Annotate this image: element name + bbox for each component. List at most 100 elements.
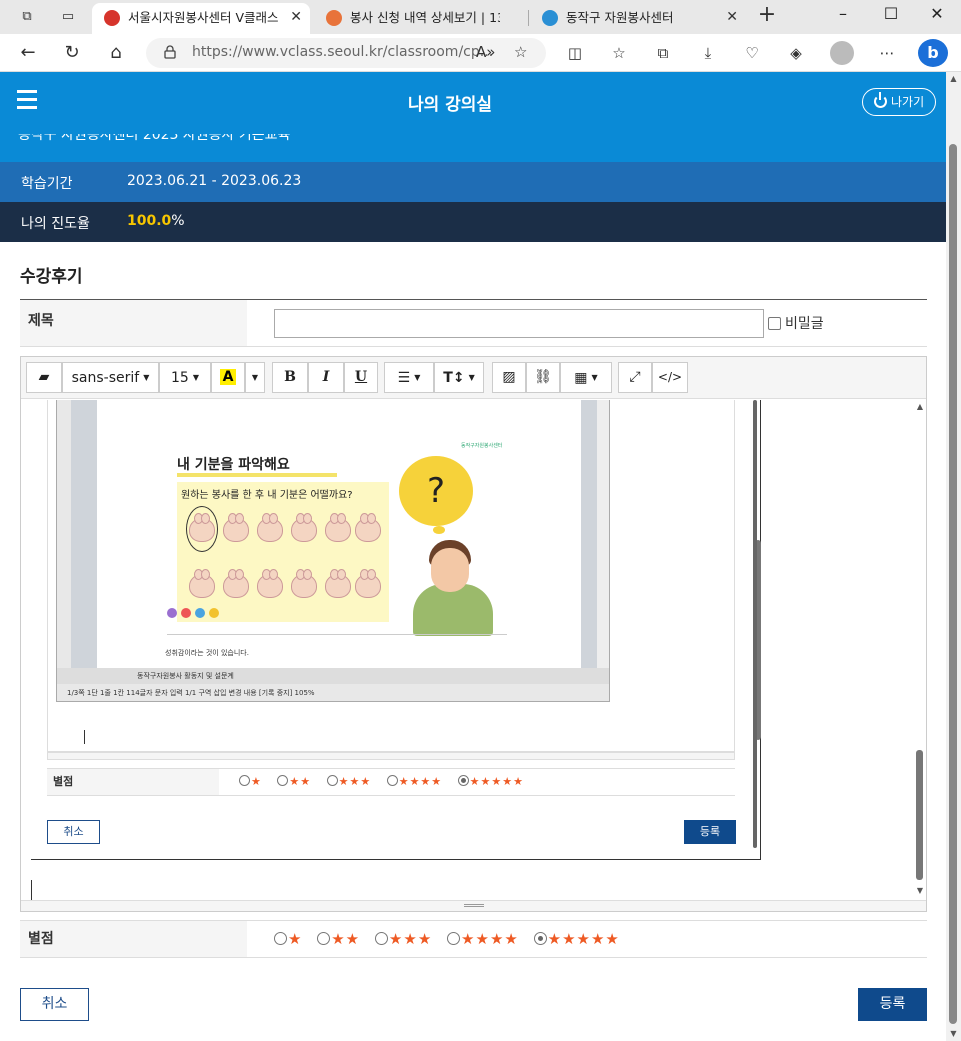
worksheet-heading: 내 기분을 파악해요 xyxy=(177,457,290,473)
editor-resize-handle[interactable] xyxy=(21,900,926,911)
page-scroll-thumb[interactable] xyxy=(949,144,957,1024)
secret-label: 비밀글 xyxy=(785,316,824,332)
tab-dongjak-center[interactable]: 동작구 자원봉사센터 ✕ xyxy=(530,3,746,34)
rating-3-radio[interactable]: ★★★ xyxy=(374,930,432,948)
period-row: 학습기간 2023.06.21 - 2023.06.23 xyxy=(0,162,946,202)
downloads-icon[interactable]: ⤓ xyxy=(697,42,719,64)
period-value: 2023.06.21 - 2023.06.23 xyxy=(127,173,302,189)
split-screen-icon[interactable]: ◫ xyxy=(564,42,586,64)
bunny-face-icon xyxy=(257,569,283,598)
underline-icon[interactable]: U xyxy=(344,362,378,393)
mood-box xyxy=(177,482,389,622)
rating-1-radio[interactable]: ★ xyxy=(274,930,302,948)
title-input[interactable] xyxy=(274,309,764,338)
worksheet-caption: 성취감이라는 것이 있습니다. xyxy=(165,649,249,657)
scroll-down-icon[interactable]: ▼ xyxy=(914,886,926,895)
embedded-submit-button: 등록 xyxy=(684,820,736,844)
address-bar[interactable]: https://www.vclass.seoul.kr/classroom/cp… xyxy=(146,38,546,68)
rating-5-stars: ★★★★★ xyxy=(547,930,620,948)
back-icon[interactable]: ← xyxy=(16,42,40,64)
rating-5-radio[interactable]: ★★★★★ xyxy=(533,930,620,948)
editor-scroll-thumb[interactable] xyxy=(916,750,923,880)
fullscreen-icon[interactable]: ⤢ xyxy=(618,362,652,393)
more-menu-icon[interactable]: ⋯ xyxy=(876,42,898,64)
minimize-icon[interactable]: – xyxy=(820,2,866,26)
text-color-dropdown-icon[interactable]: ▼ xyxy=(245,362,265,393)
font-family-select[interactable]: sans-serif ▼ xyxy=(62,362,159,393)
viewer-scrollbar xyxy=(597,400,609,668)
italic-icon[interactable]: I xyxy=(308,362,344,393)
scroll-up-icon[interactable]: ▲ xyxy=(914,402,926,411)
close-window-icon[interactable]: ✕ xyxy=(914,2,960,26)
close-tab-icon[interactable]: ✕ xyxy=(726,3,738,32)
worksheet-page: 내 기분을 파악해요 원하는 봉사를 한 후 내 기분은 어떨까요? ? 동작구… xyxy=(97,400,581,668)
text-style-label: T↕ xyxy=(443,370,465,386)
bunny-face-icon xyxy=(257,513,283,542)
eraser-icon[interactable]: ▰ xyxy=(26,362,62,393)
collections-icon[interactable]: ⧉ xyxy=(652,42,674,64)
read-aloud-icon[interactable]: A» xyxy=(476,43,495,61)
checkbox-box[interactable] xyxy=(768,317,781,330)
rating-label: 별점 xyxy=(20,921,247,957)
home-icon[interactable]: ⌂ xyxy=(104,42,128,64)
browser-toolbar: ← ↻ ⌂ https://www.vclass.seoul.kr/classr… xyxy=(0,34,961,72)
secret-checkbox[interactable]: 비밀글 xyxy=(768,313,824,333)
new-tab-icon[interactable]: + xyxy=(756,4,778,28)
submit-button[interactable]: 등록 xyxy=(858,988,927,1021)
progress-value: 100.0% xyxy=(127,213,185,229)
radio-icon[interactable] xyxy=(447,932,461,945)
divider xyxy=(20,346,927,347)
bubble-tail xyxy=(433,526,445,534)
rating-4-radio[interactable]: ★★★★ xyxy=(447,930,519,948)
favorites-icon[interactable]: ☆ xyxy=(608,42,630,64)
profile-avatar[interactable] xyxy=(830,41,854,65)
favorite-star-icon[interactable]: ☆ xyxy=(514,43,527,61)
title-label: 제목 xyxy=(20,300,247,346)
table-icon[interactable]: ▦ ▼ xyxy=(560,362,612,393)
font-size-select[interactable]: 15 ▼ xyxy=(159,362,211,393)
tab-actions-icon[interactable]: ▭ xyxy=(57,6,79,28)
radio-icon[interactable] xyxy=(374,932,388,945)
radio-icon[interactable] xyxy=(274,932,287,945)
progress-unit: % xyxy=(171,213,185,229)
flowers-illustration xyxy=(167,608,227,634)
selection-circle xyxy=(186,506,218,552)
editor-content[interactable]: 내 기분을 파악해요 원하는 봉사를 한 후 내 기분은 어떨까요? ? 동작구… xyxy=(21,400,926,900)
refresh-icon[interactable]: ↻ xyxy=(60,42,84,64)
embedded-text-cursor xyxy=(84,730,85,744)
tab-title: 서울시자원봉사센터 V클래스 xyxy=(128,10,279,25)
scroll-down-icon[interactable]: ▼ xyxy=(946,1027,961,1041)
rating-1-stars: ★ xyxy=(288,930,303,948)
tab-volunteer-detail[interactable]: 봉사 신청 내역 상세보기 | 13( xyxy=(314,3,524,34)
dongjak-favicon-icon xyxy=(542,10,558,26)
performance-icon[interactable]: ♡ xyxy=(741,42,763,64)
cancel-button[interactable]: 취소 xyxy=(20,988,89,1021)
edge-bar-icon[interactable]: ◈ xyxy=(785,42,807,64)
text-color-icon[interactable]: A xyxy=(211,362,245,393)
embedded-rating-label: 별점 xyxy=(47,769,219,795)
bold-icon[interactable]: B xyxy=(272,362,308,393)
image-icon[interactable]: ▨ xyxy=(492,362,526,393)
text-style-icon[interactable]: T↕ ▼ xyxy=(434,362,484,393)
bing-chat-icon[interactable]: b xyxy=(918,39,948,67)
workspaces-icon[interactable]: ⧉ xyxy=(16,6,38,28)
top-navigation: 나의 강의실 나가기 xyxy=(0,72,946,134)
rating-2-radio[interactable]: ★★ xyxy=(317,930,360,948)
scroll-up-icon[interactable]: ▲ xyxy=(946,72,961,86)
editor-scrollbar[interactable]: ▲ ▼ xyxy=(914,400,926,900)
align-icon[interactable]: ☰ ▼ xyxy=(384,362,434,393)
logout-button[interactable]: 나가기 xyxy=(862,88,936,116)
bunny-face-icon xyxy=(189,569,215,598)
bunny-face-icon xyxy=(223,569,249,598)
bunny-face-icon xyxy=(325,569,351,598)
close-tab-icon[interactable]: ✕ xyxy=(290,3,302,32)
code-view-icon[interactable]: </> xyxy=(652,362,688,393)
maximize-icon[interactable]: ☐ xyxy=(868,2,914,26)
tab-vclass[interactable]: 서울시자원봉사센터 V클래스 ✕ xyxy=(92,3,310,34)
page-scrollbar[interactable]: ▲ ▼ xyxy=(946,72,961,1041)
radio-icon[interactable] xyxy=(317,932,331,945)
rating-2-stars: ★★ xyxy=(331,930,361,948)
link-icon[interactable]: ⛓ xyxy=(526,362,560,393)
radio-icon-selected[interactable] xyxy=(533,932,547,945)
bunny-face-icon xyxy=(291,569,317,598)
